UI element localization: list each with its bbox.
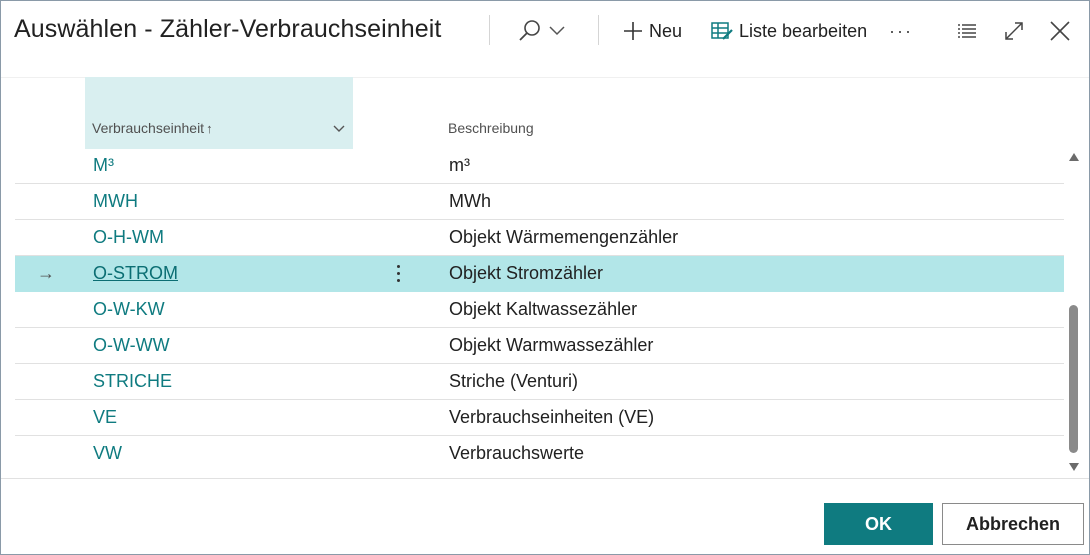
vertical-scrollbar[interactable]	[1067, 151, 1081, 473]
row-description: Objekt Warmwassezähler	[449, 335, 654, 355]
selected-row-arrow-icon: →	[37, 263, 55, 283]
table-row[interactable]: MWH MWh	[15, 184, 1064, 220]
close-button[interactable]	[1049, 14, 1071, 48]
more-options-icon: ···	[889, 20, 913, 41]
header-separator	[598, 15, 599, 45]
table-row[interactable]: VE Verbrauchseinheiten (VE)	[15, 400, 1064, 436]
table-row[interactable]: VW Verbrauchswerte	[15, 436, 1064, 472]
row-actions-icon[interactable]	[390, 258, 406, 288]
column-header-highlight	[85, 77, 353, 149]
table-row[interactable]: M³ m³	[15, 148, 1064, 184]
row-description: Objekt Kaltwassezähler	[449, 299, 638, 319]
column-menu-chevron-icon[interactable]	[333, 120, 345, 138]
edit-list-button-label: Liste bearbeiten	[739, 20, 868, 41]
cancel-button[interactable]: Abbrechen	[942, 503, 1084, 545]
row-description: MWh	[449, 191, 491, 211]
sort-ascending-icon: ↑	[206, 120, 213, 136]
dialog-title: Auswählen - Zähler-Verbrauchseinheit	[14, 15, 442, 43]
more-options-button[interactable]: ···	[889, 14, 913, 48]
row-description: Striche (Venturi)	[449, 371, 579, 391]
close-icon	[1049, 20, 1071, 42]
list-view-icon	[957, 23, 977, 39]
row-description: m³	[449, 155, 470, 175]
search-button[interactable]	[517, 14, 565, 48]
edit-list-button[interactable]: Liste bearbeiten	[711, 14, 867, 48]
column-header-code[interactable]: Verbrauchseinheit ↑	[92, 120, 213, 136]
scroll-thumb[interactable]	[1069, 305, 1078, 453]
row-code-link[interactable]: VE	[93, 407, 117, 428]
column-header-description[interactable]: Beschreibung	[448, 120, 534, 136]
row-code-link[interactable]: MWH	[93, 191, 138, 212]
table-row[interactable]: STRICHE Striche (Venturi)	[15, 364, 1064, 400]
expand-icon	[1003, 20, 1025, 42]
row-description: Objekt Stromzähler	[449, 263, 604, 283]
table-row[interactable]: O-W-KW Objekt Kaltwassezähler	[15, 292, 1064, 328]
table-row[interactable]: O-W-WW Objekt Warmwassezähler	[15, 328, 1064, 364]
scroll-up-icon[interactable]	[1069, 153, 1079, 161]
search-icon	[517, 18, 543, 44]
row-code-link[interactable]: O-STROM	[93, 263, 178, 284]
new-button[interactable]: Neu	[623, 14, 682, 48]
ok-button[interactable]: OK	[824, 503, 933, 545]
dialog-header: Auswählen - Zähler-Verbrauchseinheit Neu	[1, 1, 1089, 63]
header-separator	[489, 15, 490, 45]
row-code-link[interactable]: M³	[93, 155, 114, 176]
column-header-description-label: Beschreibung	[448, 120, 534, 136]
row-code-link[interactable]: O-W-WW	[93, 335, 170, 356]
expand-button[interactable]	[1003, 14, 1025, 48]
row-code-link[interactable]: O-H-WM	[93, 227, 164, 248]
table-row-selected[interactable]: → O-STROM Objekt Stromzähler	[15, 256, 1064, 292]
plus-icon	[623, 21, 643, 41]
list-view-button[interactable]	[957, 14, 977, 48]
new-button-label: Neu	[649, 20, 683, 41]
scroll-down-icon[interactable]	[1069, 463, 1079, 471]
select-dialog: Auswählen - Zähler-Verbrauchseinheit Neu	[0, 0, 1090, 555]
row-description: Objekt Wärmemengenzähler	[449, 227, 679, 247]
row-description: Verbrauchseinheiten (VE)	[449, 407, 655, 427]
dialog-footer: OK Abbrechen	[1, 479, 1089, 555]
row-description: Verbrauchswerte	[449, 443, 585, 463]
column-header-code-label: Verbrauchseinheit	[92, 120, 205, 136]
edit-list-icon	[711, 21, 733, 41]
chevron-down-icon	[549, 26, 565, 36]
table-row[interactable]: O-H-WM Objekt Wärmemengenzähler	[15, 220, 1064, 256]
row-code-link[interactable]: VW	[93, 443, 122, 464]
row-code-link[interactable]: STRICHE	[93, 371, 172, 392]
row-code-link[interactable]: O-W-KW	[93, 299, 165, 320]
